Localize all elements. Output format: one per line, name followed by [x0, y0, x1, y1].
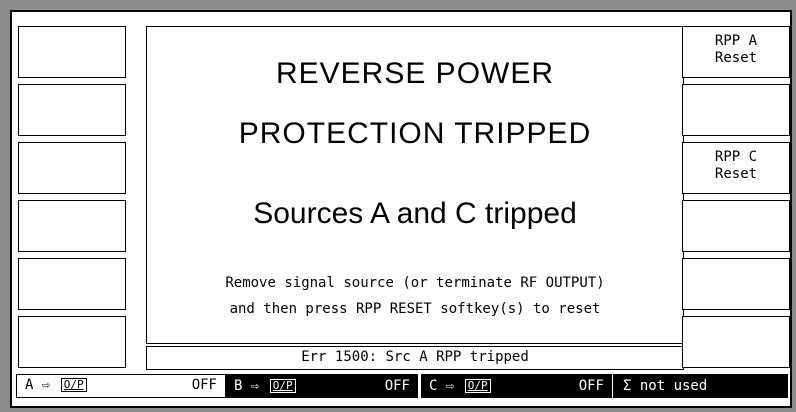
- rpp-c-reset-softkey[interactable]: RPP C Reset: [682, 142, 790, 194]
- error-message-bar: Err 1500: Src A RPP tripped: [146, 346, 684, 370]
- instruction-line-1: Remove signal source (or terminate RF OU…: [225, 275, 605, 291]
- status-bar: A ⇨ O/P OFF B ⇨ O/P OFF C ⇨ O/P OFF Σ no…: [12, 374, 790, 398]
- rpp-c-label: RPP C: [714, 149, 758, 165]
- right-softkey-4[interactable]: [682, 200, 790, 252]
- left-softkey-3[interactable]: [18, 142, 126, 194]
- title-line-2: PROTECTION TRIPPED: [238, 117, 592, 150]
- left-softkey-1[interactable]: [18, 26, 126, 78]
- rpp-message-panel: REVERSE POWER PROTECTION TRIPPED Sources…: [146, 26, 684, 344]
- source-a-state: OFF: [191, 377, 217, 393]
- title-line-1: REVERSE POWER: [275, 57, 555, 90]
- source-a-status: A ⇨ O/P OFF: [16, 374, 226, 398]
- source-b-label: B ⇨: [234, 378, 260, 394]
- sigma-status: Σ not used: [612, 374, 788, 398]
- instrument-screen: REVERSE POWER PROTECTION TRIPPED Sources…: [10, 10, 792, 408]
- left-softkey-2[interactable]: [18, 84, 126, 136]
- rpp-a-reset-softkey[interactable]: RPP A Reset: [682, 26, 790, 78]
- right-softkey-5[interactable]: [682, 258, 790, 310]
- source-a-label: A ⇨: [25, 377, 51, 393]
- instruction-line-2: and then press RPP RESET softkey(s) to r…: [229, 301, 601, 317]
- source-b-status: B ⇨ O/P OFF: [226, 374, 418, 398]
- source-c-state: OFF: [578, 378, 604, 394]
- right-softkey-2[interactable]: [682, 84, 790, 136]
- source-c-label: C ⇨: [429, 378, 455, 394]
- left-softkey-4[interactable]: [18, 200, 126, 252]
- sources-tripped-text: Sources A and C tripped: [253, 197, 577, 230]
- output-icon: O/P: [269, 379, 296, 393]
- left-softkey-5[interactable]: [18, 258, 126, 310]
- output-icon: O/P: [60, 378, 87, 392]
- rpp-a-reset-label: Reset: [714, 50, 758, 66]
- output-icon: O/P: [464, 379, 491, 393]
- rpp-a-label: RPP A: [714, 33, 758, 49]
- rpp-c-reset-label: Reset: [714, 166, 758, 182]
- right-softkey-6[interactable]: [682, 316, 790, 368]
- source-c-status: C ⇨ O/P OFF: [420, 374, 612, 398]
- left-softkey-6[interactable]: [18, 316, 126, 368]
- source-b-state: OFF: [384, 378, 410, 394]
